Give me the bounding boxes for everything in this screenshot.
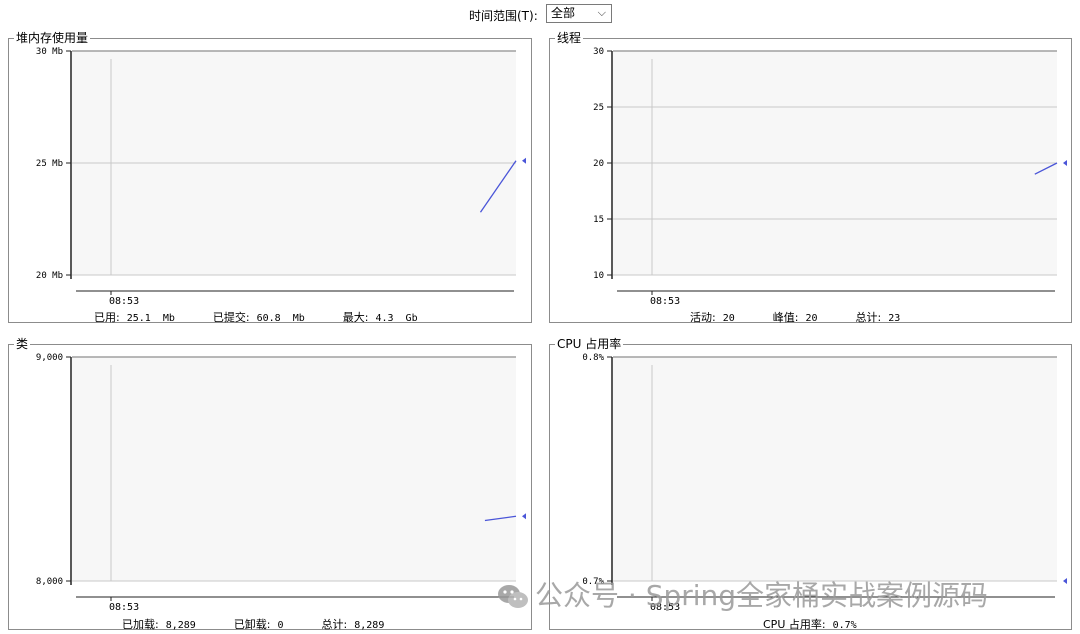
chevron-down-icon: ⌵	[597, 6, 606, 19]
watermark: 公众号 · Spring全家桶实战案例源码	[497, 574, 988, 614]
footer-stat-value: 8,289	[354, 620, 385, 631]
y-tick-label: 0.8%	[582, 353, 604, 363]
plot-area	[72, 357, 516, 581]
footer-stat-label: 已提交:	[212, 311, 257, 324]
footer-stat-label: 总计:	[855, 311, 889, 324]
footer-stat: 已卸载: 0	[234, 618, 284, 631]
y-tick-label: 10	[593, 271, 604, 281]
footer-stat: 已加载: 8,289	[122, 618, 196, 631]
y-tick-label: 25	[593, 103, 604, 113]
footer-stat-label: 最大:	[342, 311, 376, 324]
footer-stat-value: 25.1 Mb	[126, 313, 175, 324]
footer-stat-value: 20	[722, 313, 735, 324]
footer-stat-value: 0.7%	[832, 620, 857, 631]
y-tick-label: 15	[593, 215, 604, 225]
footer-stat: 最大: 4.3 Gb	[343, 311, 418, 324]
footer-stat-value: 4.3 Gb	[375, 313, 418, 324]
time-range-select[interactable]: 全部 ⌵	[546, 4, 612, 23]
footer-stat-label: 已用:	[94, 311, 127, 324]
footer-stat-label: 总计:	[321, 618, 355, 631]
series-marker	[1063, 160, 1067, 166]
footer-stat-value: 20	[805, 313, 818, 324]
footer-stat-value: 60.8 Mb	[256, 313, 305, 324]
classes-chart: 9,0008,00008:53已加载8,289	[36, 353, 526, 613]
y-tick-label: 25 Mb	[36, 159, 63, 169]
footer-stat-label: 峰值:	[772, 311, 806, 324]
y-tick-label: 9,000	[36, 353, 63, 363]
x-tick-label: 08:53	[109, 602, 139, 613]
threads-panel: 线程 302520151008:53活动线程20 活动: 20峰值: 20总计:…	[549, 30, 1072, 325]
threads-footer: 活动: 20 峰值: 20 总计: 23	[690, 309, 900, 325]
time-range-label: 时间范围(T):	[469, 9, 538, 23]
classes-panel: 类 9,0008,00008:53已加载8,289 已加载: 8,289已卸载:…	[8, 336, 532, 632]
footer-stat-value: 23	[888, 313, 901, 324]
heap-memory-footer: 已用: 25.1 Mb 已提交: 60.8 Mb 最大: 4.3 Gb	[94, 309, 418, 325]
heap-memory-chart: 30 Mb25 Mb20 Mb08:53已用25,088,664	[36, 47, 526, 307]
footer-stat-label: 活动:	[690, 311, 723, 324]
wechat-icon	[498, 585, 528, 608]
footer-stat-value: 8,289	[165, 620, 196, 631]
y-tick-label: 30 Mb	[36, 47, 63, 57]
classes-footer: 已加载: 8,289 已卸载: 0 总计: 8,289	[122, 616, 384, 632]
x-tick-label: 08:53	[109, 296, 139, 307]
footer-stat-value: 0	[277, 620, 284, 631]
heap-memory-panel: 堆内存使用量 30 Mb25 Mb20 Mb08:53已用25,088,664 …	[8, 30, 532, 325]
footer-stat: 活动: 20	[690, 311, 735, 324]
footer-stat: 已用: 25.1 Mb	[94, 311, 175, 324]
series-marker	[522, 157, 526, 164]
y-tick-label: 8,000	[36, 577, 63, 587]
series-marker	[1063, 578, 1067, 584]
footer-stat: 总计: 23	[856, 311, 901, 324]
footer-stat: 总计: 8,289	[322, 618, 385, 631]
threads-chart: 302520151008:53活动线程20	[593, 47, 1067, 307]
x-tick-label: 08:53	[650, 296, 680, 307]
footer-stat: CPU 占用率: 0.7%	[763, 618, 857, 631]
y-tick-label: 30	[593, 47, 604, 57]
cpu-usage-footer: CPU 占用率: 0.7%	[763, 616, 857, 632]
time-range-value: 全部	[551, 6, 576, 20]
watermark-text: 公众号 · Spring全家桶实战案例源码	[535, 579, 989, 612]
footer-stat-label: CPU 占用率:	[763, 618, 833, 631]
footer-stat-label: 已加载:	[122, 618, 166, 631]
plot-area	[613, 357, 1057, 581]
y-tick-label: 20 Mb	[36, 271, 63, 281]
series-marker	[522, 513, 526, 520]
footer-stat-label: 已卸载:	[233, 618, 278, 631]
footer-stat: 已提交: 60.8 Mb	[213, 311, 305, 324]
toolbar: 时间范围(T): 全部 ⌵	[0, 4, 1080, 24]
y-tick-label: 20	[593, 159, 604, 169]
footer-stat: 峰值: 20	[773, 311, 818, 324]
